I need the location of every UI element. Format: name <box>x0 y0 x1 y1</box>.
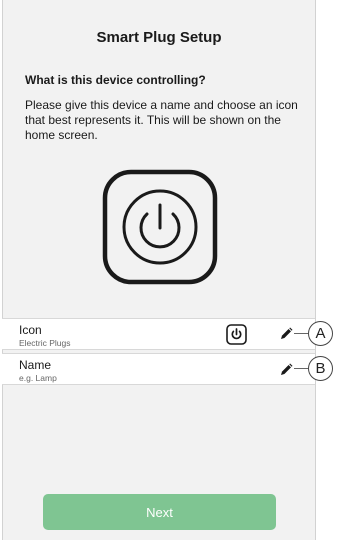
callout-b-line <box>294 368 308 369</box>
power-plug-icon <box>226 324 247 345</box>
pencil-icon[interactable] <box>279 327 293 341</box>
name-placeholder[interactable]: e.g. Lamp <box>19 373 57 383</box>
icon-row-label: Icon <box>19 323 42 337</box>
setup-screen: Smart Plug Setup What is this device con… <box>2 0 316 540</box>
pencil-icon[interactable] <box>279 363 293 377</box>
icon-row-value: Electric Plugs <box>19 338 71 348</box>
icon-setting-row[interactable]: Icon Electric Plugs <box>2 318 315 350</box>
callout-b: B <box>308 356 333 381</box>
page-title: Smart Plug Setup <box>96 29 222 46</box>
callout-a-line <box>294 333 308 334</box>
power-plug-icon <box>102 169 218 285</box>
description-text: Please give this device a name and choos… <box>25 98 298 142</box>
callout-a: A <box>308 321 333 346</box>
next-button[interactable]: Next <box>43 494 276 530</box>
question-heading: What is this device controlling? <box>25 73 206 87</box>
name-row-label: Name <box>19 358 52 372</box>
name-setting-row[interactable]: Name e.g. Lamp <box>2 353 315 385</box>
